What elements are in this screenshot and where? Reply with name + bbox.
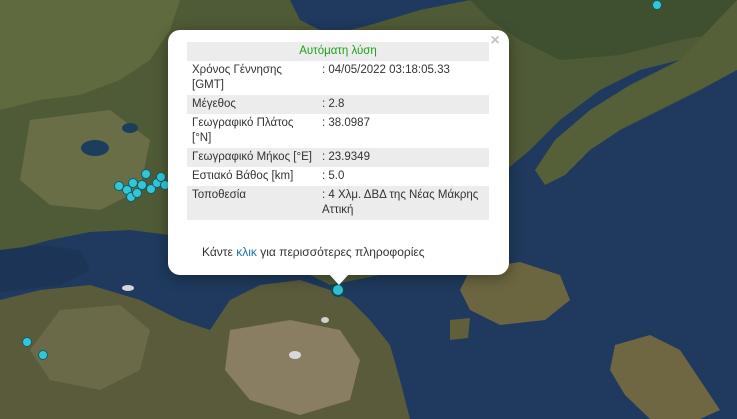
row-label: Τοποθεσία	[187, 186, 317, 220]
row-value: : 38.0987	[322, 117, 370, 129]
row-label: Γεωγραφικό Μήκος [°E]	[187, 148, 317, 167]
row-value: : 2.8	[317, 95, 489, 114]
earthquake-marker[interactable]	[22, 337, 32, 347]
row-label: Μέγεθος	[187, 95, 317, 114]
info-row-longitude: Γεωγραφικό Μήκος [°E] : 23.9349	[187, 148, 489, 167]
info-row-latitude: Γεωγραφικό Πλάτος [°N] : 38.0987	[187, 114, 489, 148]
more-info-link[interactable]: κλικ	[236, 245, 257, 259]
solution-title: Αυτόματη λύση	[187, 42, 489, 61]
row-label: Χρόνος Γέννησης [GMT]	[192, 64, 282, 91]
footer-suffix: για περισσότερες πληροφορίες	[256, 245, 425, 259]
row-value: : 23.9349	[317, 148, 489, 167]
earthquake-marker[interactable]	[128, 178, 138, 188]
selected-earthquake-marker[interactable]	[331, 283, 345, 297]
earthquake-info-table: Αυτόματη λύση Χρόνος Γέννησης [GMT] : 04…	[187, 42, 489, 220]
earthquake-info-popup: × Αυτόματη λύση Χρόνος Γέννησης [GMT] : …	[168, 30, 509, 275]
info-row-origin-time: Χρόνος Γέννησης [GMT] : 04/05/2022 03:18…	[187, 61, 489, 95]
earthquake-marker[interactable]	[652, 0, 662, 10]
row-value: : 4 Χλμ. ΔΒΔ της Νέας Μάκρης Αττική	[317, 186, 489, 220]
info-row-depth: Εστιακό Βάθος [km] : 5.0	[187, 167, 489, 186]
info-row-location: Τοποθεσία : 4 Χλμ. ΔΒΔ της Νέας Μάκρης Α…	[187, 186, 489, 220]
row-value: : 04/05/2022 03:18:05.33	[322, 64, 450, 76]
close-icon[interactable]: ×	[487, 33, 503, 49]
info-row-magnitude: Μέγεθος : 2.8	[187, 95, 489, 114]
popup-pointer	[329, 274, 349, 285]
footer-prefix: Κάντε	[202, 245, 237, 259]
earthquake-marker[interactable]	[141, 169, 151, 179]
row-label: Γεωγραφικό Πλάτος [°N]	[192, 117, 294, 144]
more-info-line: Κάντε κλικ για περισσότερες πληροφορίες	[202, 245, 425, 259]
earthquake-marker[interactable]	[38, 350, 48, 360]
row-value: : 5.0	[322, 170, 345, 182]
row-label: Εστιακό Βάθος [km]	[192, 170, 294, 182]
